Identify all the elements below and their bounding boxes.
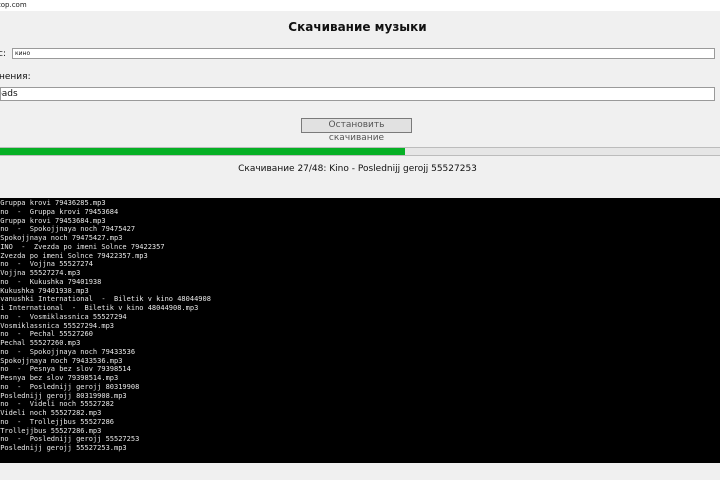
log-line: ino - Vojjna 55527274 xyxy=(0,260,93,269)
log-line: KINO - Zvezda po imeni Solnce 79422357 xyxy=(0,242,165,251)
log-line: Vojjna 55527274.mp3 xyxy=(0,269,81,277)
stop-download-button[interactable]: Остановить скачивание xyxy=(301,118,412,143)
log-line: ino - Trollejjbus 55527286 xyxy=(0,417,115,426)
log-line: Trollejjbus 55527286.mp3 xyxy=(0,426,102,435)
log-line: Pechal 55527260.mp3 xyxy=(0,339,81,347)
log-line: ino - Videli noch 55527282 xyxy=(0,400,115,409)
log-line: Spokojjnaya noch 79475427.mp3 xyxy=(0,234,123,242)
download-progress-bar xyxy=(0,147,720,156)
download-log[interactable]: Gruppa krovi 79436285.mp3 ino - Gruppa kr… xyxy=(0,198,720,463)
log-line: ino - Poslednijj gerojj 80319908 xyxy=(0,382,140,391)
log-line: ino - Spokojjnaya noch 79475427 xyxy=(0,225,136,234)
log-line: Pesnya bez slov 79398514.mp3 xyxy=(0,374,119,382)
folder-label: нения: xyxy=(0,72,31,82)
download-progress-fill xyxy=(0,148,405,155)
log-line: ki International - Biletik v kino 480449… xyxy=(0,304,199,312)
log-line: Ivanushki International - Biletik v kino… xyxy=(0,295,211,304)
log-line: Vosmiklassnica 55527294.mp3 xyxy=(0,321,115,330)
log-line: Kukushka 79401938.mp3 xyxy=(0,286,89,295)
page-title: Скачивание музыки xyxy=(288,20,427,34)
log-line: ino - Pesnya bez slov 79398514 xyxy=(0,365,131,374)
window-title: top.com xyxy=(0,1,27,9)
log-line: ino - Gruppa krovi 79453684 xyxy=(0,207,119,216)
log-line: ino - Spokojjnaya noch 79433536 xyxy=(0,347,136,356)
log-line: ino - Pechal 55527260 xyxy=(0,330,93,339)
folder-path-input[interactable]: nloads xyxy=(0,87,715,101)
log-line: Spokojjnaya noch 79433536.mp3 xyxy=(0,356,123,365)
log-line: ino - Kukushka 79401938 xyxy=(0,277,102,286)
query-label: с: xyxy=(0,49,6,59)
download-status: Скачивание 27/48: Kino - Poslednijj gero… xyxy=(238,164,477,174)
log-line: Gruppa krovi 79436285.mp3 xyxy=(0,199,106,207)
log-line: Poslednijj gerojj 80319908.mp3 xyxy=(0,391,127,400)
folder-path-value: nloads xyxy=(1,89,18,99)
window-titlebar: top.com xyxy=(0,0,720,11)
log-line: ino - Poslednijj gerojj 55527253 xyxy=(0,435,140,444)
log-line: Gruppa krovi 79453684.mp3 xyxy=(0,216,106,225)
log-line: Videli noch 55527282.mp3 xyxy=(0,409,102,417)
log-line: ino - Vosmiklassnica 55527294 xyxy=(0,312,127,321)
search-input[interactable]: кино xyxy=(12,48,715,59)
log-line: Poslednijj gerojj 55527253.mp3 xyxy=(0,444,127,452)
log-line: Zvezda po imeni Solnce 79422357.mp3 xyxy=(0,251,148,260)
